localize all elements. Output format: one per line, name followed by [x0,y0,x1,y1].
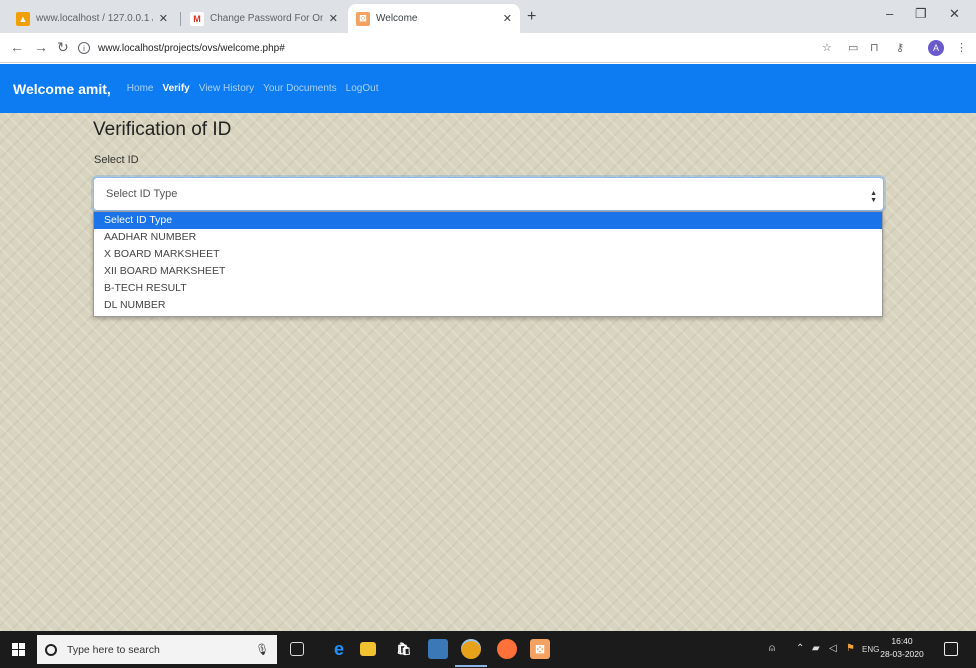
tab-title: Welcome [376,13,418,24]
tab-divider [180,12,181,26]
tab-welcome[interactable]: ⊠ Welcome ✕ [348,4,520,33]
id-type-options: Select ID Type AADHAR NUMBER X BOARD MAR… [93,211,883,317]
tab-gmail[interactable]: M Change Password For Online Vo ✕ [182,4,346,33]
nav-your-documents[interactable]: Your Documents [263,83,337,94]
store-icon[interactable]: 🛍 [394,639,414,659]
bookmark-star-icon[interactable]: ☆ [822,41,832,54]
tray-expand-icon[interactable]: ⌃ [796,643,804,654]
cast-icon[interactable]: ▭ [848,41,858,54]
xampp-icon: ⊠ [356,11,370,26]
language-indicator[interactable]: ENG [862,645,879,654]
phpmyadmin-icon: ▲ [16,11,30,26]
close-window-icon[interactable]: ✕ [949,6,960,22]
xampp-taskbar-icon[interactable]: ⊠ [530,639,550,659]
task-view-icon[interactable] [290,642,304,656]
windows-taskbar: Type here to search 🎙 e 🛍 ⊠ ⍝ ⌃ ▰ ◁ ⚑ EN… [0,631,976,668]
search-placeholder: Type here to search [67,643,160,656]
taskbar-search-input[interactable]: Type here to search 🎙 [37,635,277,664]
edge-icon[interactable]: e [329,639,349,659]
profile-avatar[interactable]: A [928,40,944,56]
file-explorer-icon[interactable] [360,642,376,656]
site-info-icon[interactable]: i [78,42,90,54]
reload-icon[interactable]: ↻ [57,39,69,56]
menu-icon[interactable]: ⋮ [956,41,967,54]
browser-toolbar: ← → ↻ i www.localhost/projects/ovs/welco… [0,33,976,63]
option-btech-result[interactable]: B-TECH RESULT [94,280,882,297]
microphone-icon[interactable]: 🎙 [255,643,269,656]
photos-icon[interactable] [428,639,448,659]
taskbar-clock[interactable]: 16:40 28-03-2020 [880,635,924,661]
back-icon[interactable]: ← [10,39,24,55]
address-text: www.localhost/projects/ovs/welcome.php# [98,42,285,54]
tab-title: www.localhost / 127.0.0.1 / onlin [36,13,153,24]
minimize-icon[interactable]: – [886,6,893,21]
active-app-indicator [455,665,487,667]
extension-icon[interactable]: ⊓ [870,41,879,54]
close-tab-icon[interactable]: ✕ [503,12,512,25]
people-icon[interactable]: ⍝ [769,643,775,654]
gmail-icon: M [190,11,204,26]
close-tab-icon[interactable]: ✕ [159,12,168,25]
id-type-select[interactable]: Select ID Type ▲ ▼ [93,177,884,211]
option-xii-board-marksheet[interactable]: XII BOARD MARKSHEET [94,263,882,280]
address-bar[interactable]: i www.localhost/projects/ovs/welcome.php… [78,37,813,59]
nav-verify[interactable]: Verify [162,83,189,94]
select-current-value: Select ID Type [106,188,178,200]
option-x-board-marksheet[interactable]: X BOARD MARKSHEET [94,246,882,263]
nav-home[interactable]: Home [127,83,154,94]
option-dl-number[interactable]: DL NUMBER [94,297,882,314]
dropdown-arrow-icon: ▲ ▼ [870,190,877,204]
restore-icon[interactable]: ❐ [915,6,927,22]
close-tab-icon[interactable]: ✕ [329,12,338,25]
navbar-brand[interactable]: Welcome amit, [13,81,111,97]
nav-logout[interactable]: LogOut [346,83,379,94]
tab-phpmyadmin[interactable]: ▲ www.localhost / 127.0.0.1 / onlin ✕ [8,4,176,33]
security-icon[interactable]: ⚑ [846,643,855,654]
browser-tab-strip: ▲ www.localhost / 127.0.0.1 / onlin ✕ M … [0,0,976,33]
option-select-id-type[interactable]: Select ID Type [94,212,882,229]
new-tab-button[interactable]: + [527,8,536,26]
chrome-icon[interactable] [461,639,481,659]
firefox-icon[interactable] [497,639,517,659]
site-navbar: Welcome amit, Home Verify View History Y… [0,64,976,113]
clock-time: 16:40 [891,636,913,646]
key-icon[interactable]: ⚷ [896,41,904,54]
tab-title: Change Password For Online Vo [210,13,323,24]
forward-icon[interactable]: → [34,39,48,55]
notifications-icon[interactable] [944,642,958,656]
search-icon [45,643,57,656]
page-content: Verification of ID Select ID Select ID T… [0,113,976,631]
page-title: Verification of ID [93,119,232,140]
option-aadhar-number[interactable]: AADHAR NUMBER [94,229,882,246]
network-icon[interactable]: ▰ [812,643,820,654]
nav-view-history[interactable]: View History [199,83,254,94]
volume-icon[interactable]: ◁ [829,643,837,654]
select-id-label: Select ID [94,154,139,166]
clock-date: 28-03-2020 [880,649,924,659]
windows-start-icon[interactable] [12,643,25,656]
